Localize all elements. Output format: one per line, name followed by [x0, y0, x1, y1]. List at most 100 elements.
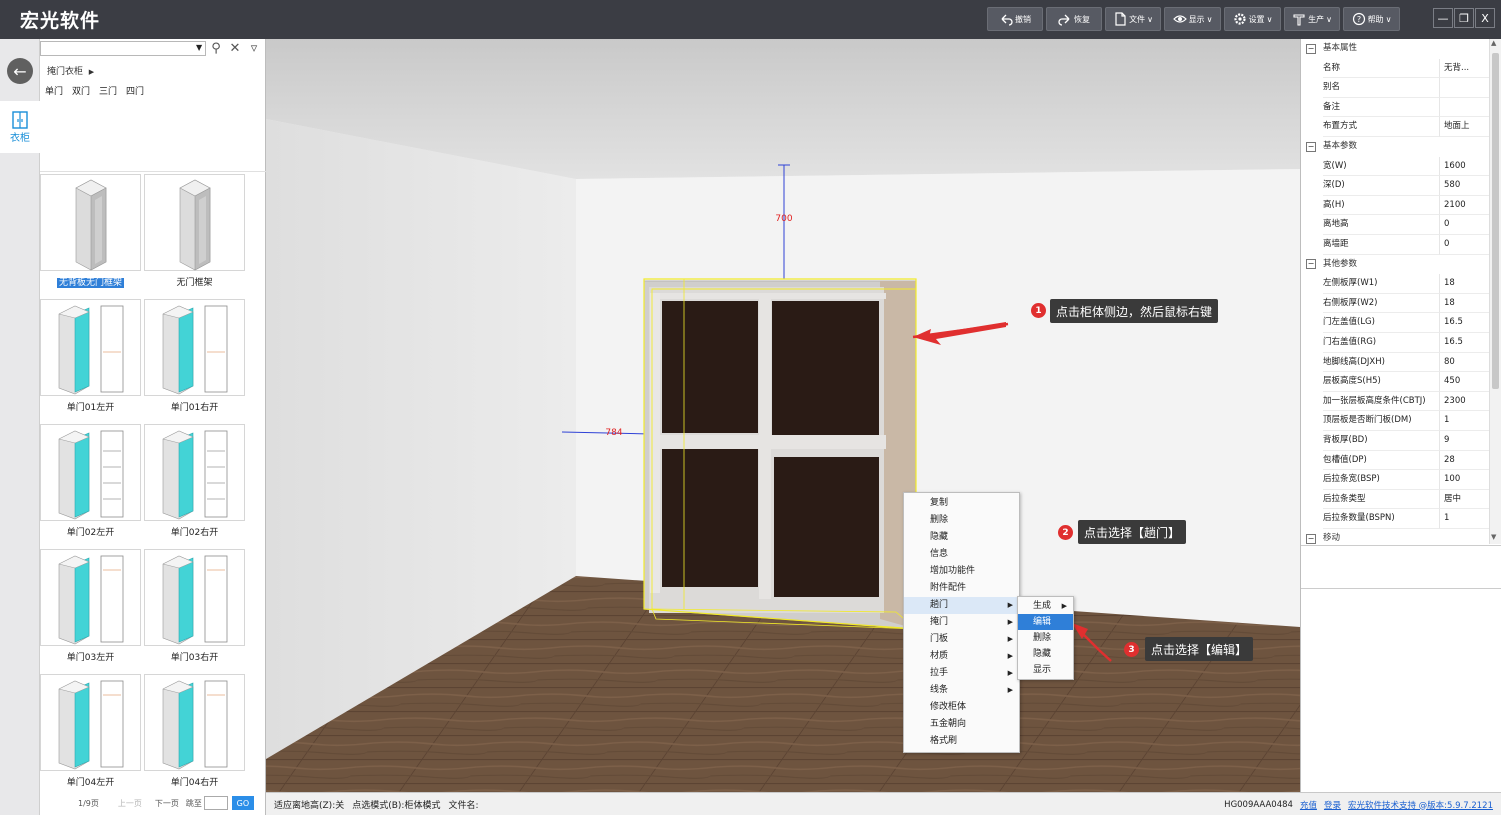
property-row[interactable]: 宽(W) 1600	[1301, 156, 1489, 177]
property-value[interactable]: 居中	[1439, 489, 1489, 510]
library-item[interactable]: 单门03右开	[144, 549, 245, 665]
property-value[interactable]: 无背...	[1439, 58, 1489, 79]
submenu-item[interactable]: 显示	[1018, 662, 1073, 678]
library-item[interactable]: 单门02左开	[40, 424, 141, 540]
login-link[interactable]: 登录	[1324, 799, 1341, 811]
property-row[interactable]: 后拉条数量(BSPN) 1	[1301, 509, 1489, 529]
scroll-up-icon[interactable]: ▲	[1491, 39, 1496, 47]
property-row[interactable]: 右侧板厚(W2) 18	[1301, 293, 1489, 314]
display-button[interactable]: 显示 ∨	[1164, 7, 1221, 31]
menu-item[interactable]: 拉手 ▶	[904, 665, 1019, 682]
scroll-down-icon[interactable]: ▼	[1491, 533, 1496, 541]
property-group-header[interactable]: − 基本属性	[1301, 39, 1489, 59]
menu-item[interactable]: 隐藏	[904, 529, 1019, 546]
property-row[interactable]: 后拉条宽(BSP) 100	[1301, 470, 1489, 490]
minimize-button[interactable]: —	[1433, 8, 1453, 28]
clear-icon[interactable]: ✕	[227, 41, 243, 57]
next-page-link[interactable]: 下一页	[155, 798, 179, 809]
property-row[interactable]: 后拉条类型 居中	[1301, 489, 1489, 510]
property-value[interactable]: 1600	[1439, 156, 1489, 177]
property-value[interactable]: 9	[1439, 431, 1489, 451]
property-row[interactable]: 别名	[1301, 78, 1489, 98]
status-fit-height[interactable]: 适应离地高(Z):关	[274, 798, 344, 811]
back-arrow-icon[interactable]: ←	[7, 58, 33, 84]
dropdown-caret-icon[interactable]: ▼	[196, 43, 202, 52]
property-row[interactable]: 名称 无背...	[1301, 58, 1489, 79]
menu-item[interactable]: 附件配件	[904, 580, 1019, 597]
library-item[interactable]: 单门03左开	[40, 549, 141, 665]
menu-item[interactable]: 删除	[904, 512, 1019, 529]
go-button[interactable]: GO	[231, 796, 254, 810]
library-item[interactable]: 单门04左开	[40, 674, 141, 790]
properties-scrollbar[interactable]: ▲ ▼	[1489, 39, 1501, 544]
produce-button[interactable]: 生产 ∨	[1284, 7, 1340, 31]
collapse-icon[interactable]: −	[1306, 259, 1316, 270]
property-group-header[interactable]: − 其他参数	[1301, 255, 1489, 275]
property-value[interactable]: 18	[1439, 293, 1489, 314]
property-row[interactable]: 背板厚(BD) 9	[1301, 431, 1489, 451]
property-value[interactable]: 1	[1439, 411, 1489, 431]
submenu-item[interactable]: 编辑	[1018, 614, 1073, 630]
status-pick-mode[interactable]: 点选模式(B):柜体模式	[352, 798, 440, 811]
property-value[interactable]: 18	[1439, 274, 1489, 294]
property-value[interactable]: 0	[1439, 235, 1489, 255]
property-value[interactable]: 16.5	[1439, 333, 1489, 353]
property-value[interactable]: 16.5	[1439, 313, 1489, 333]
property-row[interactable]: 离地高 0	[1301, 215, 1489, 235]
library-breadcrumb[interactable]: 掩门衣柜 ▶	[47, 64, 94, 77]
menu-item[interactable]: 修改柜体	[904, 699, 1019, 716]
close-button[interactable]: X	[1475, 8, 1495, 28]
menu-item[interactable]: 线条 ▶	[904, 682, 1019, 699]
collapse-icon[interactable]: −	[1306, 141, 1316, 152]
filter-icon[interactable]: ▿	[246, 41, 262, 57]
property-row[interactable]: 顶层板是否断门板(DM) 1	[1301, 411, 1489, 431]
property-value[interactable]: 地面上	[1439, 117, 1489, 137]
property-row[interactable]: 门右盖值(RG) 16.5	[1301, 333, 1489, 353]
support-version-link[interactable]: 宏光软件技术支持 @版本:5.9.7.2121	[1348, 799, 1493, 811]
property-row[interactable]: 离墙距 0	[1301, 235, 1489, 255]
property-row[interactable]: 层板高度S(H5) 450	[1301, 372, 1489, 392]
menu-item[interactable]: 掩门 ▶	[904, 614, 1019, 631]
property-value[interactable]: 2100	[1439, 195, 1489, 216]
jump-page-input[interactable]	[203, 796, 228, 810]
property-row[interactable]: 包槽值(DP) 28	[1301, 450, 1489, 471]
3d-viewport[interactable]: 700 784 1 点击柜体侧边，然后鼠标右键 2 点击选择【趟门】 3 点击选…	[266, 39, 1300, 792]
property-row[interactable]: 备注	[1301, 97, 1489, 118]
property-value[interactable]	[1439, 97, 1489, 118]
rail-item-wardrobe[interactable]: 衣柜	[0, 101, 40, 153]
submenu-item[interactable]: 隐藏	[1018, 646, 1073, 662]
property-row[interactable]: 高(H) 2100	[1301, 195, 1489, 216]
redo-button[interactable]: 恢复	[1046, 7, 1102, 31]
property-value[interactable]: 0	[1439, 215, 1489, 235]
property-row[interactable]: 布置方式 地面上	[1301, 117, 1489, 137]
menu-item[interactable]: 材质 ▶	[904, 648, 1019, 665]
property-value[interactable]: 580	[1439, 176, 1489, 196]
library-item[interactable]: 无门框架	[144, 174, 245, 290]
recharge-link[interactable]: 充值	[1300, 799, 1317, 811]
property-value[interactable]: 1	[1439, 509, 1489, 529]
undo-button[interactable]: 撤销	[987, 7, 1043, 31]
menu-item[interactable]: 趟门 ▶	[904, 597, 1019, 614]
library-item[interactable]: 单门01左开	[40, 299, 141, 415]
property-row[interactable]: 地脚线高(DJXH) 80	[1301, 352, 1489, 373]
file-button[interactable]: 文件 ∨	[1105, 7, 1161, 31]
category-tab[interactable]: 双门	[72, 84, 90, 97]
menu-item[interactable]: 增加功能件	[904, 563, 1019, 580]
property-value[interactable]	[1439, 78, 1489, 98]
settings-button[interactable]: 设置 ∨	[1224, 7, 1281, 31]
menu-item[interactable]: 格式刷	[904, 733, 1019, 750]
collapse-icon[interactable]: −	[1306, 43, 1316, 54]
prev-page-link[interactable]: 上一页	[118, 798, 142, 809]
category-tab[interactable]: 单门	[45, 84, 63, 97]
library-item[interactable]: 单门04右开	[144, 674, 245, 790]
library-item[interactable]: 单门01右开	[144, 299, 245, 415]
property-value[interactable]: 28	[1439, 450, 1489, 471]
property-value[interactable]: 80	[1439, 352, 1489, 373]
property-group-header[interactable]: − 基本参数	[1301, 137, 1489, 157]
library-search-input[interactable]	[40, 41, 206, 56]
property-row[interactable]: 加一张层板高度条件(CBTJ) 2300	[1301, 391, 1489, 412]
restore-button[interactable]: ❐	[1454, 8, 1474, 28]
menu-item[interactable]: 五金朝向	[904, 716, 1019, 733]
property-row[interactable]: 门左盖值(LG) 16.5	[1301, 313, 1489, 333]
menu-item[interactable]: 门板 ▶	[904, 631, 1019, 648]
